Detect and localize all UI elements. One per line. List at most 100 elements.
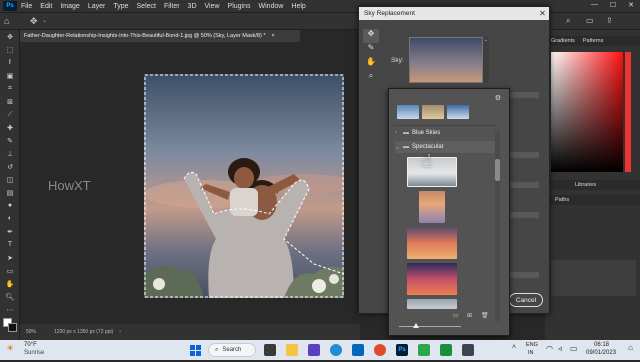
dodge-tool-icon[interactable]: ◐ [0, 212, 20, 225]
scrollbar[interactable] [495, 131, 500, 321]
slider-handle[interactable] [413, 323, 419, 328]
folder-blue-skies[interactable]: › ▬ Blue Skies [395, 127, 495, 139]
menu-type[interactable]: Type [113, 3, 128, 10]
close-icon[interactable]: ✕ [536, 9, 549, 18]
eyedropper-icon[interactable]: ⟋ [0, 108, 20, 121]
blur-tool-icon[interactable]: ● [0, 199, 20, 212]
clock-time[interactable]: 06:18 [594, 342, 609, 348]
eraser-icon[interactable]: ◫ [0, 173, 20, 186]
menu-view[interactable]: View [205, 3, 220, 10]
chevron-up-icon[interactable]: ˄ [512, 344, 516, 351]
lasso-tool-icon[interactable]: ℓ [0, 56, 20, 69]
gear-icon[interactable]: ⚙ [495, 94, 501, 102]
move-tool-icon[interactable]: ✥ [0, 30, 20, 43]
chevron-right-icon[interactable]: › [119, 329, 121, 335]
recent-sky-thumbnail[interactable] [422, 105, 444, 119]
menu-image[interactable]: Image [60, 3, 79, 10]
weather-temp[interactable]: 70°F [24, 342, 37, 348]
task-view-icon[interactable] [264, 344, 276, 356]
language-top[interactable]: ENG [526, 342, 538, 348]
stamp-tool-icon[interactable]: ⊥ [0, 147, 20, 160]
workspace-icon[interactable]: ▭ [586, 16, 594, 25]
menu-help[interactable]: Help [291, 3, 305, 10]
add-sky-icon[interactable]: ⊞ [467, 312, 472, 319]
language-bottom[interactable]: IN [528, 350, 534, 356]
frame-tool-icon[interactable]: ⊠ [0, 95, 20, 108]
marquee-tool-icon[interactable]: ⬚ [0, 43, 20, 56]
search-icon[interactable]: ⌕ [566, 16, 570, 26]
sky-thumbnail[interactable] [407, 157, 457, 187]
close-tab-icon[interactable]: × [271, 33, 274, 39]
object-selection-icon[interactable]: ▣ [0, 69, 20, 82]
battery-icon[interactable]: ▭ [570, 344, 578, 353]
teams-icon[interactable] [308, 344, 320, 356]
hand-icon[interactable]: ✋ [363, 57, 379, 71]
recorder-icon[interactable] [440, 344, 452, 356]
hand-tool-icon[interactable]: ✋ [0, 277, 20, 290]
tab-paths[interactable]: Paths [555, 197, 569, 203]
gradient-tool-icon[interactable]: ▤ [0, 186, 20, 199]
zoom-level[interactable]: 50% [26, 329, 36, 335]
zoom-tool-icon[interactable]: 🔍︎ [0, 290, 20, 303]
path-selection-icon[interactable]: ➤ [0, 251, 20, 264]
close-window-icon[interactable]: ✕ [628, 1, 634, 11]
store-icon[interactable] [352, 344, 364, 356]
tab-patterns[interactable]: Patterns [583, 38, 603, 44]
volume-icon[interactable]: ◃ [558, 344, 562, 353]
menu-layer[interactable]: Layer [88, 3, 106, 10]
menu-3d[interactable]: 3D [188, 3, 197, 10]
menu-edit[interactable]: Edit [40, 3, 52, 10]
notification-icon[interactable]: ⌂ [628, 343, 633, 352]
sky-thumbnail[interactable] [407, 263, 457, 295]
zoom-icon[interactable]: ⌕ [363, 71, 379, 85]
home-icon[interactable]: ⌂ [4, 16, 9, 26]
camtasia-icon[interactable] [418, 344, 430, 356]
color-swatches[interactable] [0, 316, 19, 340]
shape-tool-icon[interactable]: ▭ [0, 264, 20, 277]
recent-sky-thumbnail[interactable] [397, 105, 419, 119]
tab-gradients[interactable]: Gradients [551, 38, 575, 44]
photoshop-taskbar-icon[interactable]: Ps [396, 344, 408, 356]
layers-list[interactable] [551, 260, 636, 296]
menu-filter[interactable]: Filter [164, 3, 180, 10]
pen-tool-icon[interactable]: ✒ [0, 225, 20, 238]
chevron-down-icon[interactable]: ⌄ [42, 17, 47, 24]
document-photo[interactable] [144, 74, 344, 298]
dialog-titlebar[interactable]: Sky Replacement ✕ [359, 7, 549, 20]
chevron-down-icon[interactable]: ⌄ [483, 37, 489, 83]
color-picker-field[interactable] [551, 52, 631, 172]
sky-preview-thumbnail[interactable] [409, 37, 483, 83]
taskbar-search[interactable]: ⌕ Search [208, 343, 256, 357]
windows-start-icon[interactable] [190, 344, 202, 356]
trash-icon[interactable]: 🗑︎ [481, 312, 489, 319]
crop-tool-icon[interactable]: ⌗ [0, 82, 20, 95]
scrollbar-thumb[interactable] [495, 159, 500, 181]
new-folder-icon[interactable]: ▭ [453, 312, 459, 319]
menu-select[interactable]: Select [137, 3, 156, 10]
brush-icon[interactable]: ✎ [363, 43, 379, 57]
edge-icon[interactable] [330, 344, 342, 356]
share-icon[interactable]: ⇪ [606, 16, 613, 25]
sky-thumbnail[interactable] [407, 299, 457, 309]
more-tools-icon[interactable]: ⋯ [0, 303, 20, 316]
chrome-icon[interactable] [374, 344, 386, 356]
cancel-button[interactable]: Cancel [509, 293, 543, 307]
app-icon[interactable] [462, 344, 474, 356]
history-brush-icon[interactable]: ↺ [0, 160, 20, 173]
recent-sky-thumbnail[interactable] [447, 105, 469, 119]
menu-file[interactable]: File [21, 3, 32, 10]
thumbnail-size-slider[interactable] [399, 323, 461, 328]
sky-thumbnail[interactable] [407, 227, 457, 259]
document-tab[interactable]: Father-Daughter-Relationship-Insights-In… [20, 30, 300, 42]
file-explorer-icon[interactable] [286, 344, 298, 356]
move-icon[interactable]: ✥ [363, 29, 379, 43]
healing-brush-icon[interactable]: ✚ [0, 121, 20, 134]
maximize-icon[interactable]: ☐ [610, 1, 616, 11]
wifi-icon[interactable]: ◠ [546, 344, 553, 353]
clock-date[interactable]: 09/01/2023 [586, 350, 616, 356]
tab-libraries[interactable]: Libraries [575, 182, 596, 188]
sky-thumbnail[interactable] [419, 191, 445, 223]
menu-window[interactable]: Window [259, 3, 284, 10]
weather-desc[interactable]: Sunrise [24, 350, 44, 356]
brush-tool-icon[interactable]: ✎ [0, 134, 20, 147]
